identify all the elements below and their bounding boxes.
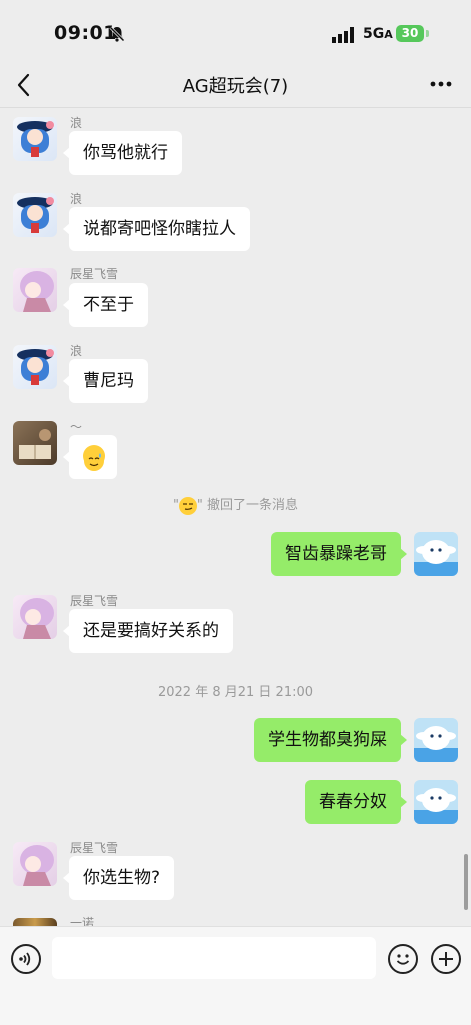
sender-name: 浪 [70, 192, 83, 206]
status-bar: 09:01 5GA 30 [0, 0, 471, 62]
avatar-art-icon [19, 429, 51, 459]
avatar-self[interactable] [414, 718, 458, 762]
avatar-lang[interactable] [13, 193, 57, 237]
sender-name: 浪 [70, 116, 83, 130]
emoji-button[interactable] [388, 944, 418, 974]
input-bar [0, 926, 471, 1025]
network-label: 5GA [363, 26, 393, 42]
message-bubble[interactable]: 你骂他就行 [63, 131, 182, 175]
message-bubble-self[interactable]: 智齿暴躁老哥 [271, 532, 407, 576]
message-bubble-self[interactable]: 春春分奴 [305, 780, 407, 824]
avatar-art-icon [414, 788, 458, 824]
message-bubble[interactable]: 你选生物? [62, 856, 175, 900]
avatar-self[interactable] [414, 780, 458, 824]
message-bubble[interactable]: 曹尼玛 [63, 359, 148, 403]
message-bubble-self[interactable]: 学生物都臭狗屎 [254, 718, 407, 762]
nav-bar: AG超玩会(7) [0, 62, 471, 108]
sender-name: 辰星飞雪 [70, 594, 119, 608]
avatar-chenxing[interactable] [13, 268, 57, 312]
message-input[interactable] [52, 937, 376, 979]
mute-bell-icon [109, 26, 125, 42]
avatar-art-icon [414, 540, 458, 576]
message-bubble[interactable]: 说都寄吧怪你瞎拉人 [63, 207, 250, 251]
avatar-art-icon [20, 271, 54, 312]
avatar-art-icon [20, 845, 54, 886]
scrollbar[interactable] [464, 854, 468, 910]
chat-title: AG超玩会(7) [182, 76, 289, 97]
message-bubble[interactable]: 还是要搞好关系的 [63, 609, 233, 653]
avatar-art-icon [17, 349, 54, 385]
time-divider: 2022 年 8 月21 日 21:00 [157, 685, 314, 700]
voice-icon [19, 952, 31, 966]
avatar-yinuo[interactable] [13, 918, 57, 926]
avatar-art-icon [17, 121, 54, 157]
avatar-chenxing[interactable] [13, 842, 57, 886]
battery-icon: 30 [396, 25, 424, 42]
voice-input-button[interactable] [11, 944, 41, 974]
avatar-chenxing[interactable] [13, 595, 57, 639]
message-bubble[interactable]: 不至于 [63, 283, 148, 327]
smiley-icon [396, 954, 410, 965]
sender-name: 辰星飞雪 [70, 841, 119, 855]
more-options-icon[interactable] [425, 72, 457, 96]
more-actions-button[interactable] [431, 944, 461, 974]
battery-tip [426, 30, 429, 37]
header-divider [0, 107, 471, 108]
recall-notice: " " 撤回了一条消息 [172, 496, 299, 515]
sender-name: ～ [70, 420, 83, 434]
avatar-lang[interactable] [13, 117, 57, 161]
sender-name: 浪 [70, 344, 83, 358]
avatar-tilde[interactable] [13, 421, 57, 465]
avatar-self[interactable] [414, 532, 458, 576]
message-bubble[interactable] [63, 435, 117, 479]
smirk-emoji-icon [178, 496, 197, 515]
sweat-smile-emoji-icon [83, 445, 105, 471]
signal-icon [332, 27, 354, 43]
avatar-lang[interactable] [13, 345, 57, 389]
avatar-art-icon [20, 598, 54, 639]
avatar-art-icon [17, 197, 54, 233]
avatar-art-icon [414, 726, 458, 762]
sender-name: 辰星飞雪 [70, 267, 119, 281]
